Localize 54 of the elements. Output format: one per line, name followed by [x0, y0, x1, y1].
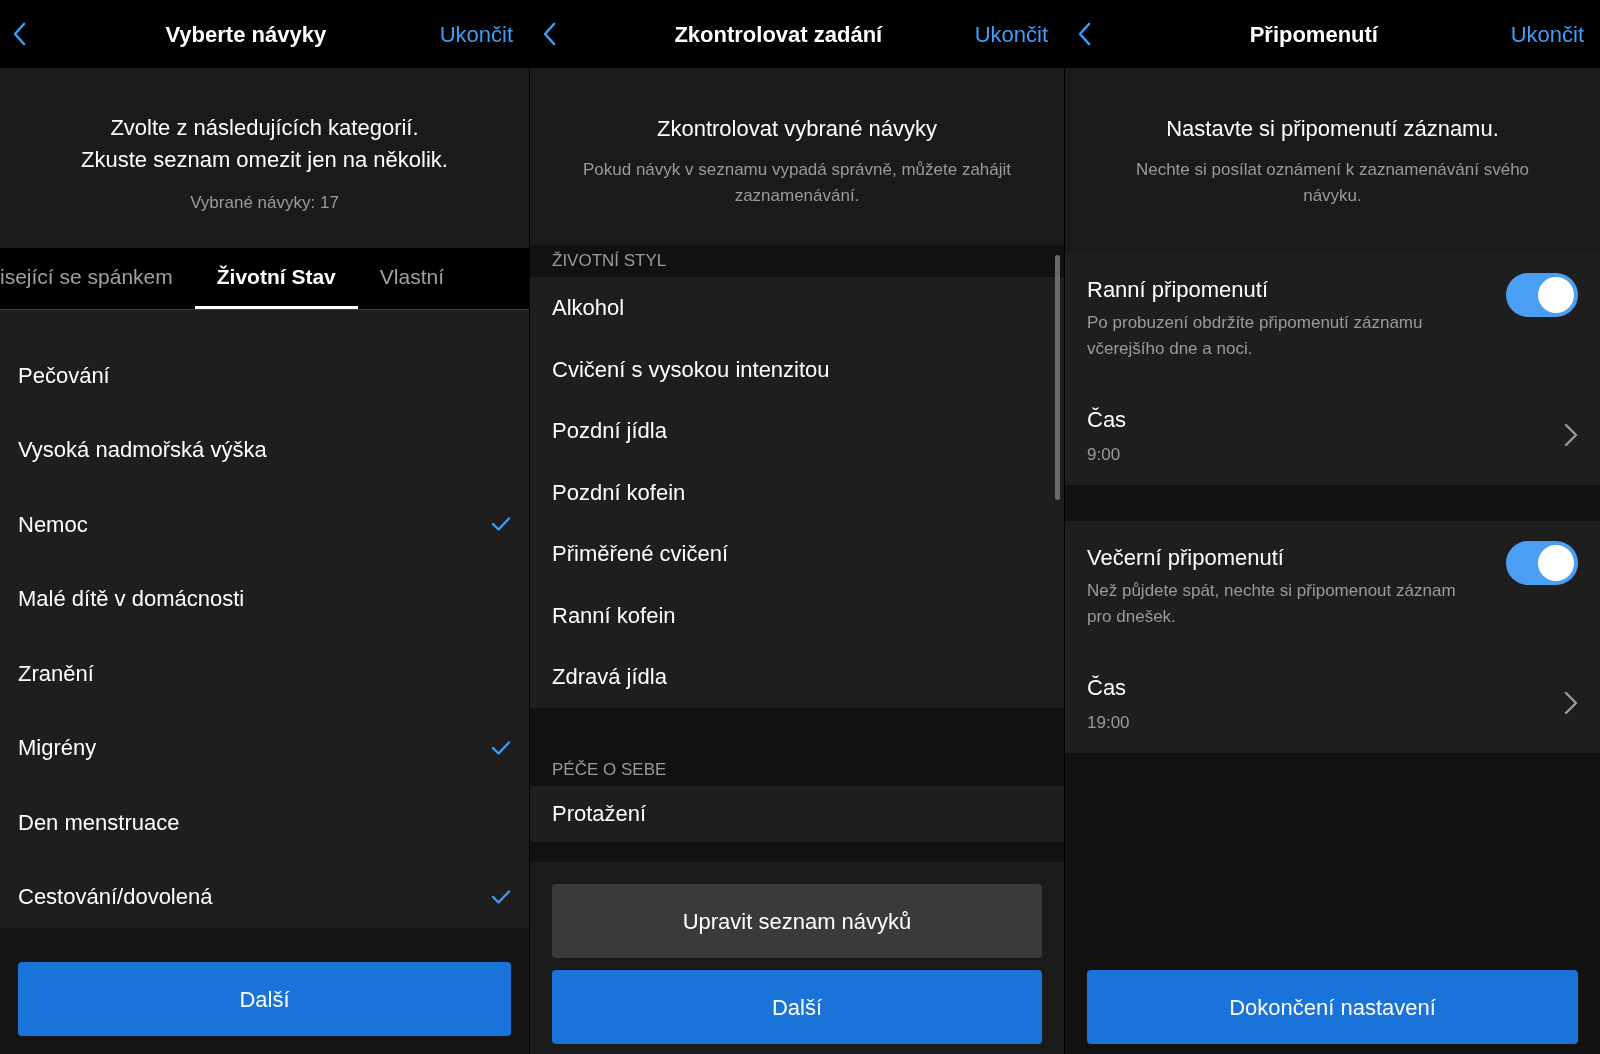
- time-value: 19:00: [1087, 711, 1131, 734]
- habit-row[interactable]: Den menstruace: [0, 785, 529, 860]
- time-value: 9:00: [1087, 443, 1122, 466]
- habit-row-text: Cvičení s vysokou intenzitou: [551, 355, 831, 384]
- next-button[interactable]: Další: [552, 970, 1042, 1044]
- back-chevron-icon: [1077, 22, 1091, 46]
- reminder-description: Než půjdete spát, nechte si připomenout záznam pro dnešek.: [1087, 580, 1457, 628]
- chevron-right-icon: [1564, 691, 1578, 715]
- section-header: PÉČE O SEBE: [552, 758, 667, 781]
- time-row[interactable]: Čas 19:00: [1065, 653, 1600, 753]
- intro-description: Nechte si posílat oznámení k zaznamenávání svého návyku.: [1134, 159, 1531, 207]
- habit-row[interactable]: Zranění: [0, 636, 529, 711]
- toggle-switch[interactable]: [1506, 541, 1578, 585]
- habit-row-text: Alkohol: [551, 294, 626, 323]
- intro-description: Pokud návyk v seznamu vypadá správně, můžete zahájit zaznamenávání.: [581, 159, 1013, 207]
- exit-link[interactable]: Ukončit: [439, 17, 517, 51]
- habit-row[interactable]: Pečování: [0, 338, 529, 413]
- exit-link[interactable]: Ukončit: [974, 17, 1052, 51]
- back-chevron-icon: [12, 22, 26, 46]
- back-chevron-icon: [542, 22, 556, 46]
- edit-list-button[interactable]: Upravit seznam návyků: [552, 884, 1042, 958]
- reminder-title: Večerní připomenutí: [1087, 544, 1285, 572]
- finish-setup-button[interactable]: Dokončení nastavení: [1087, 970, 1578, 1044]
- screen-title: Zkontrolovat zadání: [673, 20, 884, 49]
- chevron-right-icon: [1564, 423, 1578, 447]
- toggle-switch[interactable]: [1506, 273, 1578, 317]
- habit-row-text: Pozdní kofein: [551, 478, 687, 507]
- category-tab[interactable]: isející se spánkem: [0, 248, 195, 309]
- habit-row-text: Protažení: [551, 800, 648, 828]
- intro-text: Zvolte z následujících kategorií. Zkuste seznam omezit jen na několik.: [81, 114, 448, 174]
- habit-row[interactable]: Malé dítě v domácnosti: [0, 561, 529, 636]
- reminder-title: Ranní připomenutí: [1087, 276, 1269, 304]
- intro-title: Zkontrolovat vybrané návyky: [657, 115, 937, 143]
- time-label: Čas: [1087, 673, 1128, 702]
- habit-row-text: Zdravá jídla: [551, 663, 668, 692]
- intro-title: Nastavte si připomenutí záznamu.: [1166, 115, 1499, 143]
- time-label: Čas: [1087, 405, 1128, 434]
- exit-link[interactable]: Ukončit: [1510, 17, 1588, 51]
- habit-row-text: Přiměřené cvičení: [551, 540, 730, 569]
- reminder-description: Po probuzení obdržíte připomenutí záznamu včerejšího dne a noci.: [1087, 312, 1424, 360]
- next-button[interactable]: Další: [18, 962, 511, 1036]
- habit-row[interactable]: Vysoká nadmořská výška: [0, 412, 529, 487]
- habit-row[interactable]: Cestování/dovolená: [0, 859, 529, 928]
- category-tab[interactable]: Vlastní: [357, 248, 466, 309]
- time-row[interactable]: Čas 9:00: [1065, 385, 1600, 485]
- habit-row-text: Ranní kofein: [551, 601, 677, 630]
- screen-title: Připomenutí: [1248, 20, 1380, 49]
- habit-row[interactable]: Nemoc: [0, 487, 529, 562]
- selected-count: Vybrané návyky: 17: [190, 192, 339, 214]
- habit-row-text: Pozdní jídla: [551, 417, 668, 446]
- category-tab[interactable]: Životní Stav: [194, 248, 358, 309]
- screen-title: Vyberte návyky: [164, 20, 328, 49]
- section-header: ŽIVOTNÍ STYL: [552, 250, 667, 273]
- habit-row[interactable]: Migrény: [0, 710, 529, 785]
